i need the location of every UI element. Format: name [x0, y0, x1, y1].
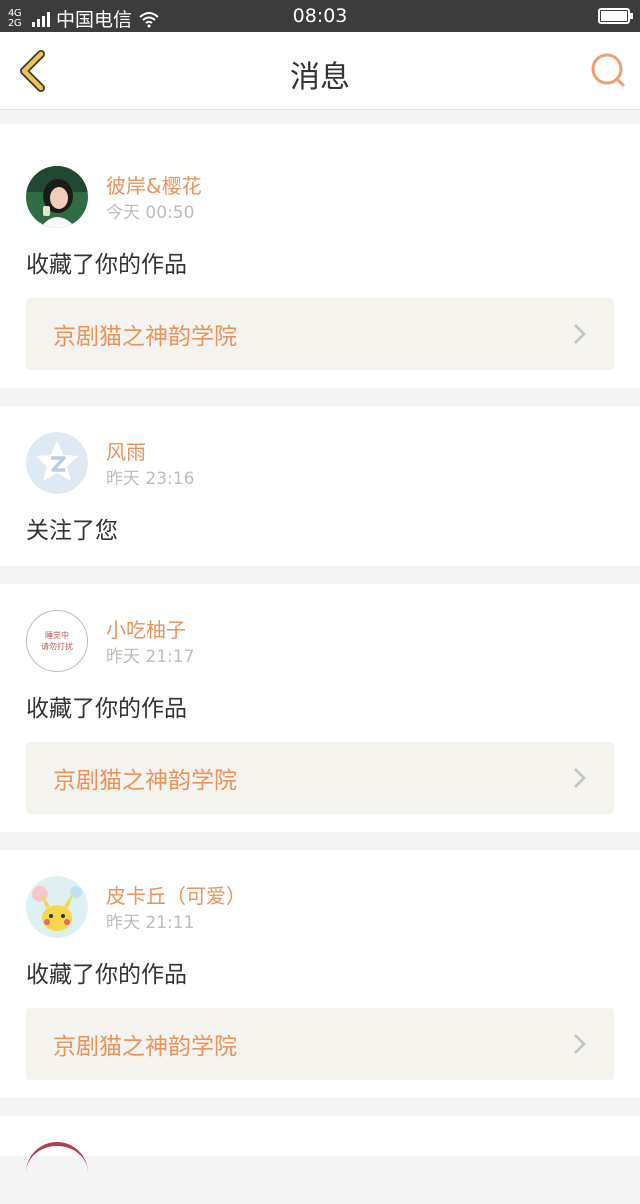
message-time: 昨天 23:16	[106, 469, 195, 489]
work-title: 京剧猫之神韵学院	[53, 1034, 237, 1060]
list-top-spacer	[0, 124, 640, 140]
user-avatar[interactable]	[26, 1142, 88, 1204]
avatar-text-line: 请勿打扰	[41, 642, 73, 651]
chevron-right-icon	[574, 324, 586, 344]
message-item[interactable]: 皮卡丘（可爱） 昨天 21:11 收藏了你的作品 京剧猫之神韵学院	[0, 850, 640, 1098]
work-link[interactable]: 京剧猫之神韵学院	[26, 1008, 614, 1080]
user-avatar[interactable]	[26, 876, 88, 938]
username[interactable]: 小吃柚子	[106, 618, 194, 642]
action-text: 收藏了你的作品	[26, 696, 187, 722]
user-avatar[interactable]	[26, 432, 88, 494]
message-time: 昨天 21:11	[106, 913, 195, 933]
status-time: 08:03	[292, 5, 348, 27]
avatar-text-line: 睡觉中	[45, 631, 69, 640]
nav-bar: 消息	[0, 32, 640, 110]
search-icon[interactable]	[588, 50, 628, 90]
username[interactable]: 皮卡丘（可爱）	[106, 884, 246, 908]
message-item-partial[interactable]	[0, 1116, 640, 1156]
action-text: 收藏了你的作品	[26, 962, 187, 988]
message-time: 今天 00:50	[106, 203, 195, 223]
chevron-right-icon	[574, 768, 586, 788]
work-title: 京剧猫之神韵学院	[53, 324, 237, 350]
username[interactable]: 彼岸&樱花	[106, 174, 202, 198]
chevron-right-icon	[574, 1034, 586, 1054]
message-item[interactable]: 风雨 昨天 23:16 关注了您	[0, 406, 640, 566]
work-link[interactable]: 京剧猫之神韵学院	[26, 298, 614, 370]
message-time: 昨天 21:17	[106, 647, 195, 667]
username[interactable]: 风雨	[106, 440, 194, 464]
user-avatar[interactable]	[26, 166, 88, 228]
message-list: 彼岸&樱花 今天 00:50 收藏了你的作品 京剧猫之神韵学院 风雨 昨天 23…	[0, 124, 640, 1156]
action-text: 关注了您	[26, 518, 118, 544]
work-title: 京剧猫之神韵学院	[53, 768, 237, 794]
message-item[interactable]: 彼岸&樱花 今天 00:50 收藏了你的作品 京剧猫之神韵学院	[0, 140, 640, 388]
page-title: 消息	[290, 60, 350, 95]
message-item[interactable]: 睡觉中 请勿打扰 小吃柚子 昨天 21:17 收藏了你的作品 京剧猫之神韵学院	[0, 584, 640, 832]
work-link[interactable]: 京剧猫之神韵学院	[26, 742, 614, 814]
user-avatar[interactable]: 睡觉中 请勿打扰	[26, 610, 88, 672]
status-bar: 4G 2G 中国电信 08:03	[0, 0, 640, 32]
action-text: 收藏了你的作品	[26, 252, 187, 278]
battery-icon	[598, 8, 633, 24]
